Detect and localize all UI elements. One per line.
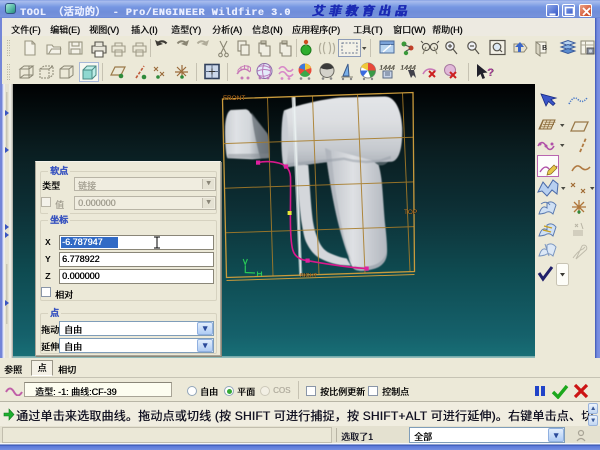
- svg-text:FRONT: FRONT: [223, 95, 245, 102]
- svg-text:TOP: TOP: [404, 209, 417, 216]
- svg-text:B: B: [542, 45, 547, 52]
- svg-text:RIGHT: RIGHT: [300, 273, 318, 279]
- svg-text:?: ?: [487, 67, 494, 79]
